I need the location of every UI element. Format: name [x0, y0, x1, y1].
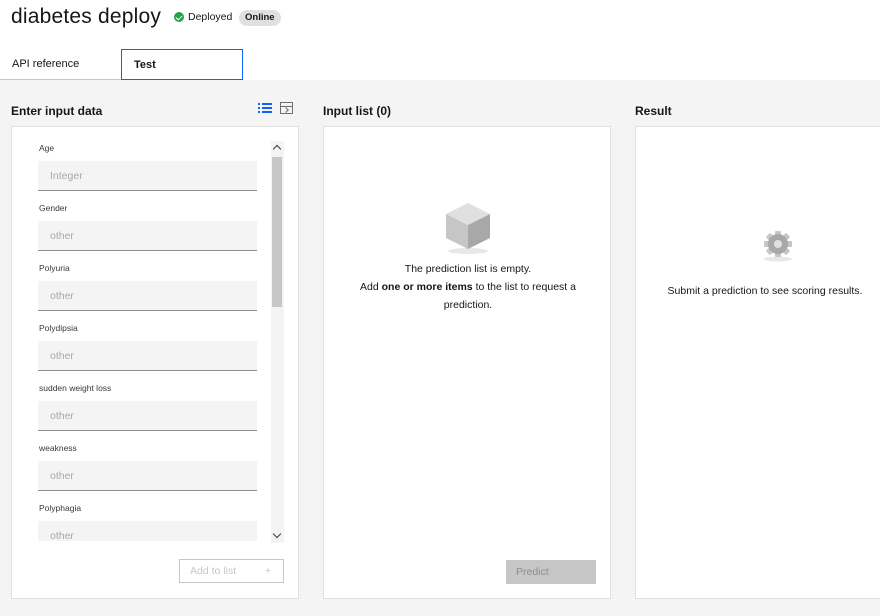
predict-button[interactable]: Predict: [506, 560, 596, 584]
polyuria-input[interactable]: [38, 281, 257, 311]
add-to-list-button[interactable]: Add to list +: [179, 559, 284, 583]
sudden-weight-loss-input[interactable]: [38, 401, 257, 431]
empty-list-message: The prediction list is empty. Add one or…: [338, 260, 598, 314]
field-label: Polyuria: [39, 263, 70, 273]
scroll-thumb[interactable]: [272, 157, 282, 307]
tab-test[interactable]: Test: [121, 49, 243, 80]
empty-line-2-post: to the list to request a: [472, 281, 576, 293]
field-label: Polyphagia: [39, 503, 82, 513]
plus-icon: +: [264, 565, 271, 577]
field-weakness: weakness: [27, 439, 259, 499]
tab-api-reference[interactable]: API reference: [0, 49, 121, 80]
page-header: diabetes deploy Deployed Online API refe…: [0, 0, 880, 80]
view-switcher: [258, 102, 293, 114]
status-text: Deployed: [188, 11, 233, 23]
gender-input[interactable]: [38, 221, 257, 251]
empty-line-3: prediction.: [443, 299, 493, 311]
status-badge: Online: [239, 10, 281, 26]
add-to-list-label: Add to list: [190, 565, 237, 577]
page-title: diabetes deploy: [11, 5, 162, 28]
field-polydipsia: Polydipsia: [27, 319, 259, 379]
input-list-title: Input list (0): [323, 104, 391, 118]
cube-icon: [446, 203, 490, 254]
input-form: Age Gender Polyuria Polydipsia sudden we…: [27, 139, 259, 541]
form-scrollbar[interactable]: [271, 141, 284, 543]
polydipsia-input[interactable]: [38, 341, 257, 371]
input-data-panel: Age Gender Polyuria Polydipsia sudden we…: [11, 126, 299, 599]
checkmark-filled-icon: [174, 12, 184, 22]
chevron-down-icon[interactable]: [272, 529, 282, 539]
empty-line-2-bold: one or more items: [381, 281, 473, 293]
field-age: Age: [27, 139, 259, 199]
chevron-up-icon[interactable]: [272, 144, 282, 154]
result-title: Result: [635, 104, 672, 118]
field-label: sudden weight loss: [39, 383, 112, 393]
form-view-icon[interactable]: [280, 102, 293, 114]
empty-line-1: The prediction list is empty.: [404, 263, 532, 275]
list-icon[interactable]: [258, 102, 272, 114]
field-polyphagia: Polyphagia: [27, 499, 259, 541]
input-list-panel: The prediction list is empty. Add one or…: [323, 126, 611, 599]
field-sudden-weight-loss: sudden weight loss: [27, 379, 259, 439]
field-polyuria: Polyuria: [27, 259, 259, 319]
gear-icon: [764, 231, 792, 262]
field-gender: Gender: [27, 199, 259, 259]
field-label: weakness: [39, 443, 77, 453]
age-input[interactable]: [38, 161, 257, 191]
deployment-status: Deployed: [174, 11, 232, 23]
empty-line-2: Add one or more items to the list to req…: [338, 278, 598, 296]
field-label: Age: [39, 143, 55, 153]
empty-line-2-pre: Add: [360, 281, 382, 293]
test-workspace: Enter input data Input list (0) Result A…: [0, 80, 880, 616]
result-panel: Submit a prediction to see scoring resul…: [635, 126, 880, 599]
polyphagia-input[interactable]: [38, 521, 257, 541]
input-panel-title: Enter input data: [11, 104, 103, 118]
weakness-input[interactable]: [38, 461, 257, 491]
tab-bar: API reference Test: [0, 49, 243, 80]
field-label: Polydipsia: [39, 323, 78, 333]
result-empty-message: Submit a prediction to see scoring resul…: [667, 285, 863, 297]
field-label: Gender: [39, 203, 68, 213]
